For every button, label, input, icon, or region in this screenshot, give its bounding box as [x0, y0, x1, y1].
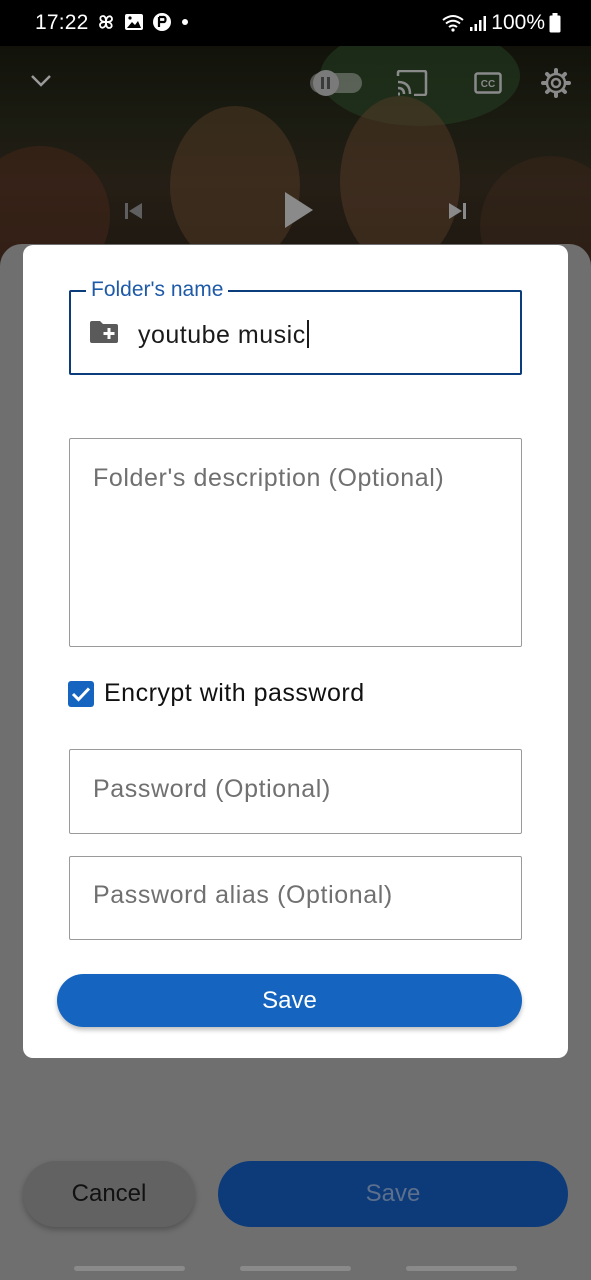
folder-description-placeholder: Folder's description (Optional): [93, 464, 445, 492]
video-dim-overlay: [0, 46, 591, 276]
save-button[interactable]: Save: [57, 974, 522, 1027]
cancel-button[interactable]: Cancel: [23, 1161, 195, 1227]
video-player[interactable]: CC: [0, 46, 591, 276]
chevron-down-icon[interactable]: [30, 74, 52, 88]
next-icon[interactable]: [447, 202, 467, 220]
cast-icon[interactable]: [396, 70, 428, 96]
app-icon: [153, 13, 171, 31]
more-notifications-dot-icon: [182, 19, 188, 25]
status-bar: 17:22 100%: [0, 0, 591, 46]
folder-name-label: Folder's name: [86, 278, 229, 302]
status-time: 17:22: [35, 11, 89, 34]
image-icon: [125, 14, 143, 30]
sheet-save-button[interactable]: Save: [218, 1161, 568, 1227]
folder-add-icon: [90, 321, 118, 343]
encrypt-label[interactable]: Encrypt with password: [104, 679, 365, 708]
closed-captions-icon[interactable]: CC: [474, 72, 502, 94]
create-folder-dialog: Folder's name youtube music Folder's des…: [23, 245, 568, 1058]
play-icon[interactable]: [283, 190, 315, 230]
text-cursor: [306, 320, 309, 348]
password-alias-placeholder: Password alias (Optional): [93, 881, 393, 909]
password-field[interactable]: Password (Optional): [69, 749, 522, 834]
battery-icon: [549, 13, 561, 33]
password-placeholder: Password (Optional): [93, 775, 331, 803]
folder-name-input[interactable]: youtube music: [138, 320, 309, 350]
pinwheel-icon: [99, 15, 113, 29]
password-alias-field[interactable]: Password alias (Optional): [69, 856, 522, 940]
nav-gesture-bar-left: [74, 1266, 185, 1271]
autoplay-toggle[interactable]: [310, 70, 362, 96]
checkbox-checked-icon: [71, 687, 91, 702]
battery-percent: 100%: [491, 11, 545, 34]
nav-gesture-bar-right: [406, 1266, 517, 1271]
encrypt-checkbox[interactable]: [68, 681, 94, 707]
svg-text:CC: CC: [481, 79, 495, 90]
wifi-icon: [442, 15, 464, 32]
pause-icon: [313, 70, 339, 96]
status-system-icons: 100%: [441, 11, 561, 35]
folder-description-field[interactable]: Folder's description (Optional): [69, 438, 522, 647]
signal-icon: [470, 16, 487, 31]
status-notification-icons: [96, 12, 190, 32]
folder-name-field[interactable]: Folder's name youtube music: [69, 278, 522, 375]
folder-name-value: youtube music: [138, 321, 306, 349]
nav-gesture-bar-center: [240, 1266, 351, 1271]
settings-icon[interactable]: [541, 68, 571, 98]
previous-icon[interactable]: [124, 202, 144, 220]
